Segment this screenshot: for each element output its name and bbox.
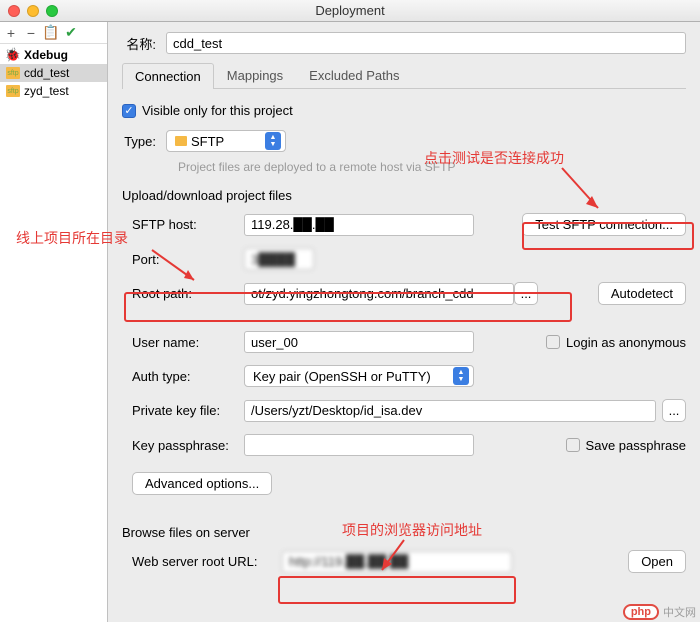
sidebar-item-label: zyd_test <box>24 84 69 98</box>
select-arrows-icon: ▲▼ <box>265 132 281 150</box>
select-arrows-icon: ▲▼ <box>453 367 469 385</box>
zoom-traffic-light[interactable] <box>46 5 58 17</box>
root-path-browse-button[interactable]: ... <box>514 282 538 305</box>
auth-type-select[interactable]: Key pair (OpenSSH or PuTTY) ▲▼ <box>244 365 474 387</box>
key-passphrase-input[interactable] <box>244 434 474 456</box>
type-select[interactable]: SFTP ▲▼ <box>166 130 286 152</box>
name-label: 名称: <box>122 34 166 53</box>
auth-type-label: Auth type: <box>132 369 244 384</box>
web-root-label: Web server root URL: <box>132 554 282 569</box>
private-key-input[interactable] <box>244 400 656 422</box>
visible-only-label: Visible only for this project <box>142 103 293 118</box>
annotation-arrow-icon <box>148 246 208 286</box>
window-title: Deployment <box>0 3 700 18</box>
port-input[interactable] <box>244 248 314 270</box>
user-name-input[interactable] <box>244 331 474 353</box>
annotation-arrow-icon <box>374 536 424 576</box>
copy-icon[interactable]: 📋 <box>44 26 58 40</box>
anonymous-checkbox[interactable] <box>546 335 560 349</box>
add-icon[interactable]: + <box>4 26 18 40</box>
sidebar-item-zyd-test[interactable]: sftp zyd_test <box>0 82 107 100</box>
annotation-root-dir: 线上项目所在目录 <box>16 228 128 248</box>
remove-icon[interactable]: − <box>24 26 38 40</box>
watermark-brand: php <box>623 604 659 620</box>
private-key-browse-button[interactable]: ... <box>662 399 686 422</box>
root-path-label: Root path: <box>132 286 244 301</box>
root-path-input[interactable] <box>244 283 514 305</box>
bug-icon: 🐞 <box>6 49 20 61</box>
sidebar-item-cdd-test[interactable]: sftp cdd_test <box>0 64 107 82</box>
watermark-site: 中文网 <box>663 604 696 620</box>
close-traffic-light[interactable] <box>8 5 20 17</box>
type-label: Type: <box>122 134 166 149</box>
anonymous-label: Login as anonymous <box>566 335 686 350</box>
tab-connection[interactable]: Connection <box>122 63 214 89</box>
open-button[interactable]: Open <box>628 550 686 573</box>
annotation-test-conn: 点击测试是否连接成功 <box>424 148 564 168</box>
minimize-traffic-light[interactable] <box>27 5 39 17</box>
server-icon: sftp <box>6 67 20 79</box>
autodetect-button[interactable]: Autodetect <box>598 282 686 305</box>
sftp-host-input[interactable] <box>244 214 474 236</box>
window-titlebar: Deployment <box>0 0 700 22</box>
user-name-label: User name: <box>132 335 244 350</box>
tab-mappings[interactable]: Mappings <box>214 62 296 88</box>
key-passphrase-label: Key passphrase: <box>132 438 244 453</box>
watermark: php 中文网 <box>623 604 696 620</box>
name-input[interactable] <box>166 32 686 54</box>
save-passphrase-checkbox[interactable] <box>566 438 580 452</box>
checkmark-icon[interactable]: ✔ <box>64 26 78 40</box>
sidebar: + − 📋 ✔ 🐞 Xdebug sftp cdd_test sftp zyd_… <box>0 22 108 622</box>
save-passphrase-label: Save passphrase <box>586 438 686 453</box>
advanced-options-button[interactable]: Advanced options... <box>132 472 272 495</box>
sftp-host-label: SFTP host: <box>132 217 244 232</box>
tab-excluded-paths[interactable]: Excluded Paths <box>296 62 412 88</box>
folder-icon <box>175 136 187 146</box>
test-sftp-button[interactable]: Test SFTP connection... <box>522 213 686 236</box>
sidebar-item-label: Xdebug <box>24 48 68 62</box>
private-key-label: Private key file: <box>132 403 244 418</box>
visible-only-checkbox[interactable]: ✓ <box>122 104 136 118</box>
sidebar-item-xdebug[interactable]: 🐞 Xdebug <box>0 46 107 64</box>
server-icon: sftp <box>6 85 20 97</box>
annotation-arrow-icon <box>554 164 614 214</box>
sidebar-item-label: cdd_test <box>24 66 69 80</box>
